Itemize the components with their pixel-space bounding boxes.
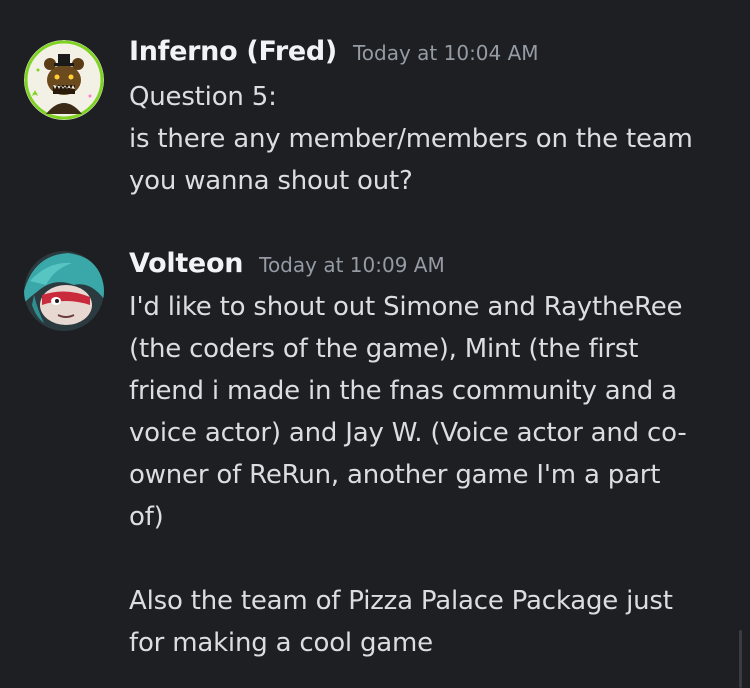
username[interactable]: Volteon: [129, 248, 243, 279]
avatar[interactable]: [24, 251, 104, 331]
message-line: I'd like to shout out Simone and RaytheR…: [129, 292, 683, 322]
message-line: (the coders of the game), Mint (the firs…: [129, 334, 639, 364]
message-header: Volteon Today at 10:09 AM: [129, 248, 445, 279]
message-line: voice actor) and Jay W. (Voice actor and…: [129, 418, 687, 448]
message-content: I'd like to shout out Simone and RaytheR…: [129, 286, 729, 664]
timestamp[interactable]: Today at 10:09 AM: [259, 253, 445, 277]
message-volteon: Volteon Today at 10:09 AM I'd like to sh…: [0, 0, 750, 688]
message-line-blank: [129, 538, 729, 580]
message-line: Also the team of Pizza Palace Package ju…: [129, 586, 673, 616]
message-line: friend i made in the fnas community and …: [129, 376, 677, 406]
teal-hair-character-avatar-icon: [24, 251, 104, 331]
message-line: of): [129, 502, 164, 532]
message-line: owner of ReRun, another game I'm a part: [129, 460, 661, 490]
scrollbar[interactable]: [739, 630, 742, 688]
message-line: for making a cool game: [129, 628, 433, 658]
